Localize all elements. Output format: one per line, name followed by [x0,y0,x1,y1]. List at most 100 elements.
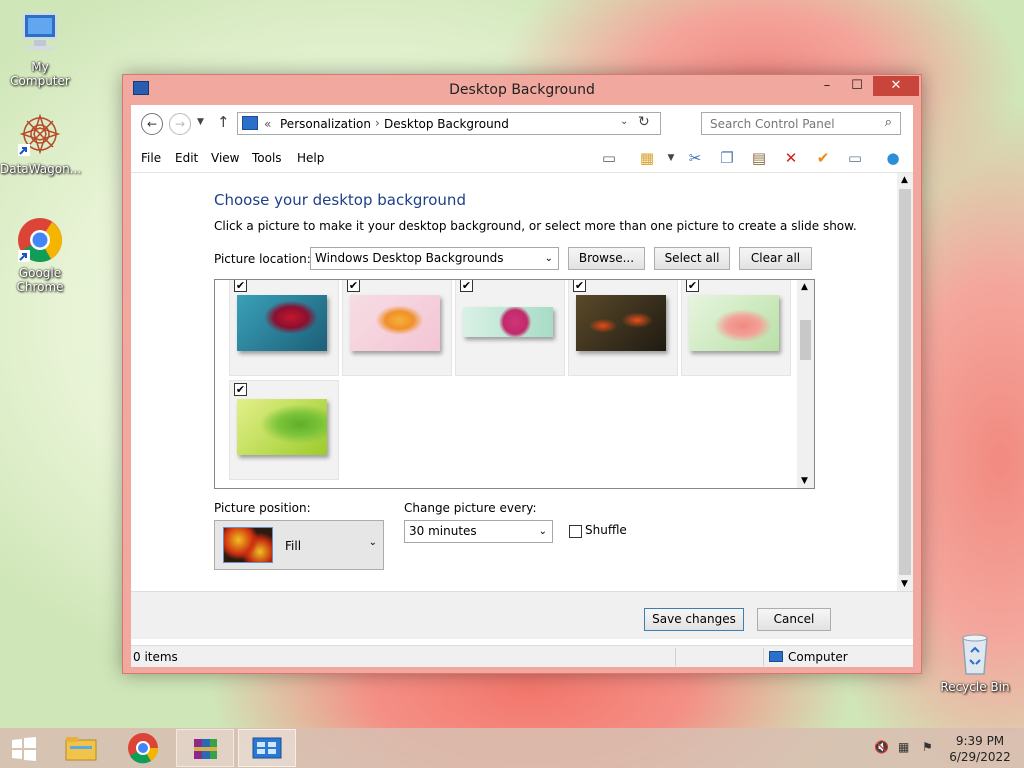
back-button[interactable]: ← [141,113,163,135]
network-icon[interactable]: ▦ [898,740,909,754]
picture-thumb[interactable]: ✔ [342,280,452,376]
globe-icon[interactable]: ● [881,147,905,169]
winrar-taskbar-button[interactable] [176,729,234,767]
picture-checkbox[interactable]: ✔ [234,383,247,396]
picture-checkbox[interactable]: ✔ [686,280,699,292]
menu-file[interactable]: File [141,151,161,165]
picture-thumb[interactable]: ✔ [229,380,339,480]
save-changes-button[interactable]: Save changes [644,608,744,631]
layout-pane-icon[interactable]: ▭ [597,147,621,169]
address-bar-row: ← → ▼ ↑ « Personalization › Desktop Back… [131,105,913,143]
breadcrumb-personalization[interactable]: Personalization [280,117,371,131]
scroll-down-icon[interactable]: ▼ [901,579,908,589]
status-divider [763,648,764,666]
taskbar-clock[interactable]: 9:39 PM 6/29/2022 [940,733,1020,765]
apply-check-icon[interactable]: ✔ [811,147,835,169]
address-dropdown-icon[interactable]: ⌄ [620,116,628,127]
picture-position-select[interactable]: Fill ⌄ [214,520,384,570]
minimize-button[interactable]: – [813,76,841,96]
select-all-button[interactable]: Select all [654,247,730,270]
up-arrow-icon[interactable]: ↑ [217,113,230,131]
chrome-taskbar-button[interactable] [114,729,172,767]
desktop-background-window: Desktop Background – ☐ ✕ ← → ▼ ↑ « Perso… [122,74,922,674]
control-panel-icon [242,116,258,130]
content-scrollbar[interactable]: ▲ ▼ [897,173,913,591]
paste-icon[interactable]: ▤ [747,147,771,169]
wallpaper-image [237,295,327,351]
status-bar: 0 items Computer [131,645,913,667]
breadcrumb-separator: › [375,116,380,130]
scroll-down-icon[interactable]: ▼ [801,476,808,486]
scroll-up-icon[interactable]: ▲ [901,175,908,185]
picture-checkbox[interactable]: ✔ [234,280,247,292]
picture-location-value: Windows Desktop Backgrounds [315,251,504,265]
picture-thumb[interactable]: ✔ [568,280,678,376]
picture-checkbox[interactable]: ✔ [573,280,586,292]
recycle-bin-icon [951,630,999,678]
copy-icon[interactable]: ❐ [715,147,739,169]
page-heading: Choose your desktop background [214,191,466,209]
recent-pages-dropdown-icon[interactable]: ▼ [197,117,204,127]
picture-location-select[interactable]: Windows Desktop Backgrounds ⌄ [310,247,559,270]
file-explorer-taskbar-button[interactable] [52,729,110,767]
search-icon[interactable]: ⌕ [885,115,892,130]
search-input[interactable]: Search Control Panel ⌕ [701,112,901,135]
scroll-thumb[interactable] [800,320,811,360]
forward-button[interactable]: → [169,113,191,135]
picture-gallery: ✔ ✔ ✔ ✔ ✔ ✔ ▲ ▼ [214,279,815,489]
main-content: Choose your desktop background Click a p… [131,173,897,591]
shuffle-checkbox[interactable] [569,525,582,538]
picture-position-value: Fill [285,539,302,553]
wallpaper-image [689,295,779,351]
menu-view[interactable]: View [211,151,239,165]
status-divider [675,648,676,666]
gallery-scrollbar[interactable]: ▲ ▼ [797,280,814,488]
desktop-icon-google-chrome[interactable]: Google Chrome [0,216,80,294]
picture-thumb[interactable]: ✔ [681,280,791,376]
volume-muted-icon[interactable]: 🔇 [874,740,889,754]
breadcrumb-desktop-background[interactable]: Desktop Background [384,117,509,131]
change-picture-interval-select[interactable]: 30 minutes ⌄ [404,520,553,543]
picture-thumb[interactable]: ✔ [229,280,339,376]
close-button[interactable]: ✕ [873,76,919,96]
desktop-icon-datawagon[interactable]: DataWagon... [0,112,82,176]
control-panel-taskbar-button[interactable] [238,729,296,767]
picture-checkbox[interactable]: ✔ [460,280,473,292]
cut-icon[interactable]: ✂ [683,147,707,169]
scroll-up-icon[interactable]: ▲ [801,282,808,292]
chevron-down-icon: ⌄ [538,526,547,537]
title-bar[interactable]: Desktop Background – ☐ ✕ [123,75,921,105]
change-picture-value: 30 minutes [409,524,477,538]
status-computer: Computer [788,650,848,664]
folder-checklist-icon[interactable]: ▦ [635,147,659,169]
scroll-thumb[interactable] [899,189,911,575]
shuffle-label[interactable]: Shuffle [585,523,627,537]
window-title: Desktop Background [449,82,595,98]
refresh-icon[interactable]: ↻ [638,114,650,130]
desktop-icon-label: Google Chrome [16,266,64,294]
picture-checkbox[interactable]: ✔ [347,280,360,292]
properties-icon[interactable]: ▭ [843,147,867,169]
picture-position-label: Picture position: [214,501,311,515]
browse-button[interactable]: Browse... [568,247,645,270]
menu-tools[interactable]: Tools [252,151,282,165]
menu-help[interactable]: Help [297,151,324,165]
menu-edit[interactable]: Edit [175,151,198,165]
desktop-icon-my-computer[interactable]: My Computer [0,10,80,88]
picture-thumb[interactable]: ✔ [455,280,565,376]
maximize-button[interactable]: ☐ [843,76,871,96]
desktop-icon-label: DataWagon... [0,162,82,176]
delete-icon[interactable]: ✕ [779,147,803,169]
computer-small-icon [769,651,783,662]
wallpaper-image [463,307,553,337]
cancel-button[interactable]: Cancel [757,608,831,631]
start-button[interactable] [0,729,48,767]
toolbar-dropdown-icon[interactable]: ▼ [659,147,683,169]
desktop-icon-recycle-bin[interactable]: Recycle Bin [935,630,1015,694]
chrome-icon [16,216,64,264]
address-box[interactable]: « Personalization › Desktop Background ⌄… [237,112,661,135]
page-description: Click a picture to make it your desktop … [214,219,857,233]
clear-all-button[interactable]: Clear all [739,247,812,270]
action-center-icon[interactable]: ⚑ [922,740,933,754]
desktop-icon-label: Recycle Bin [940,680,1010,694]
